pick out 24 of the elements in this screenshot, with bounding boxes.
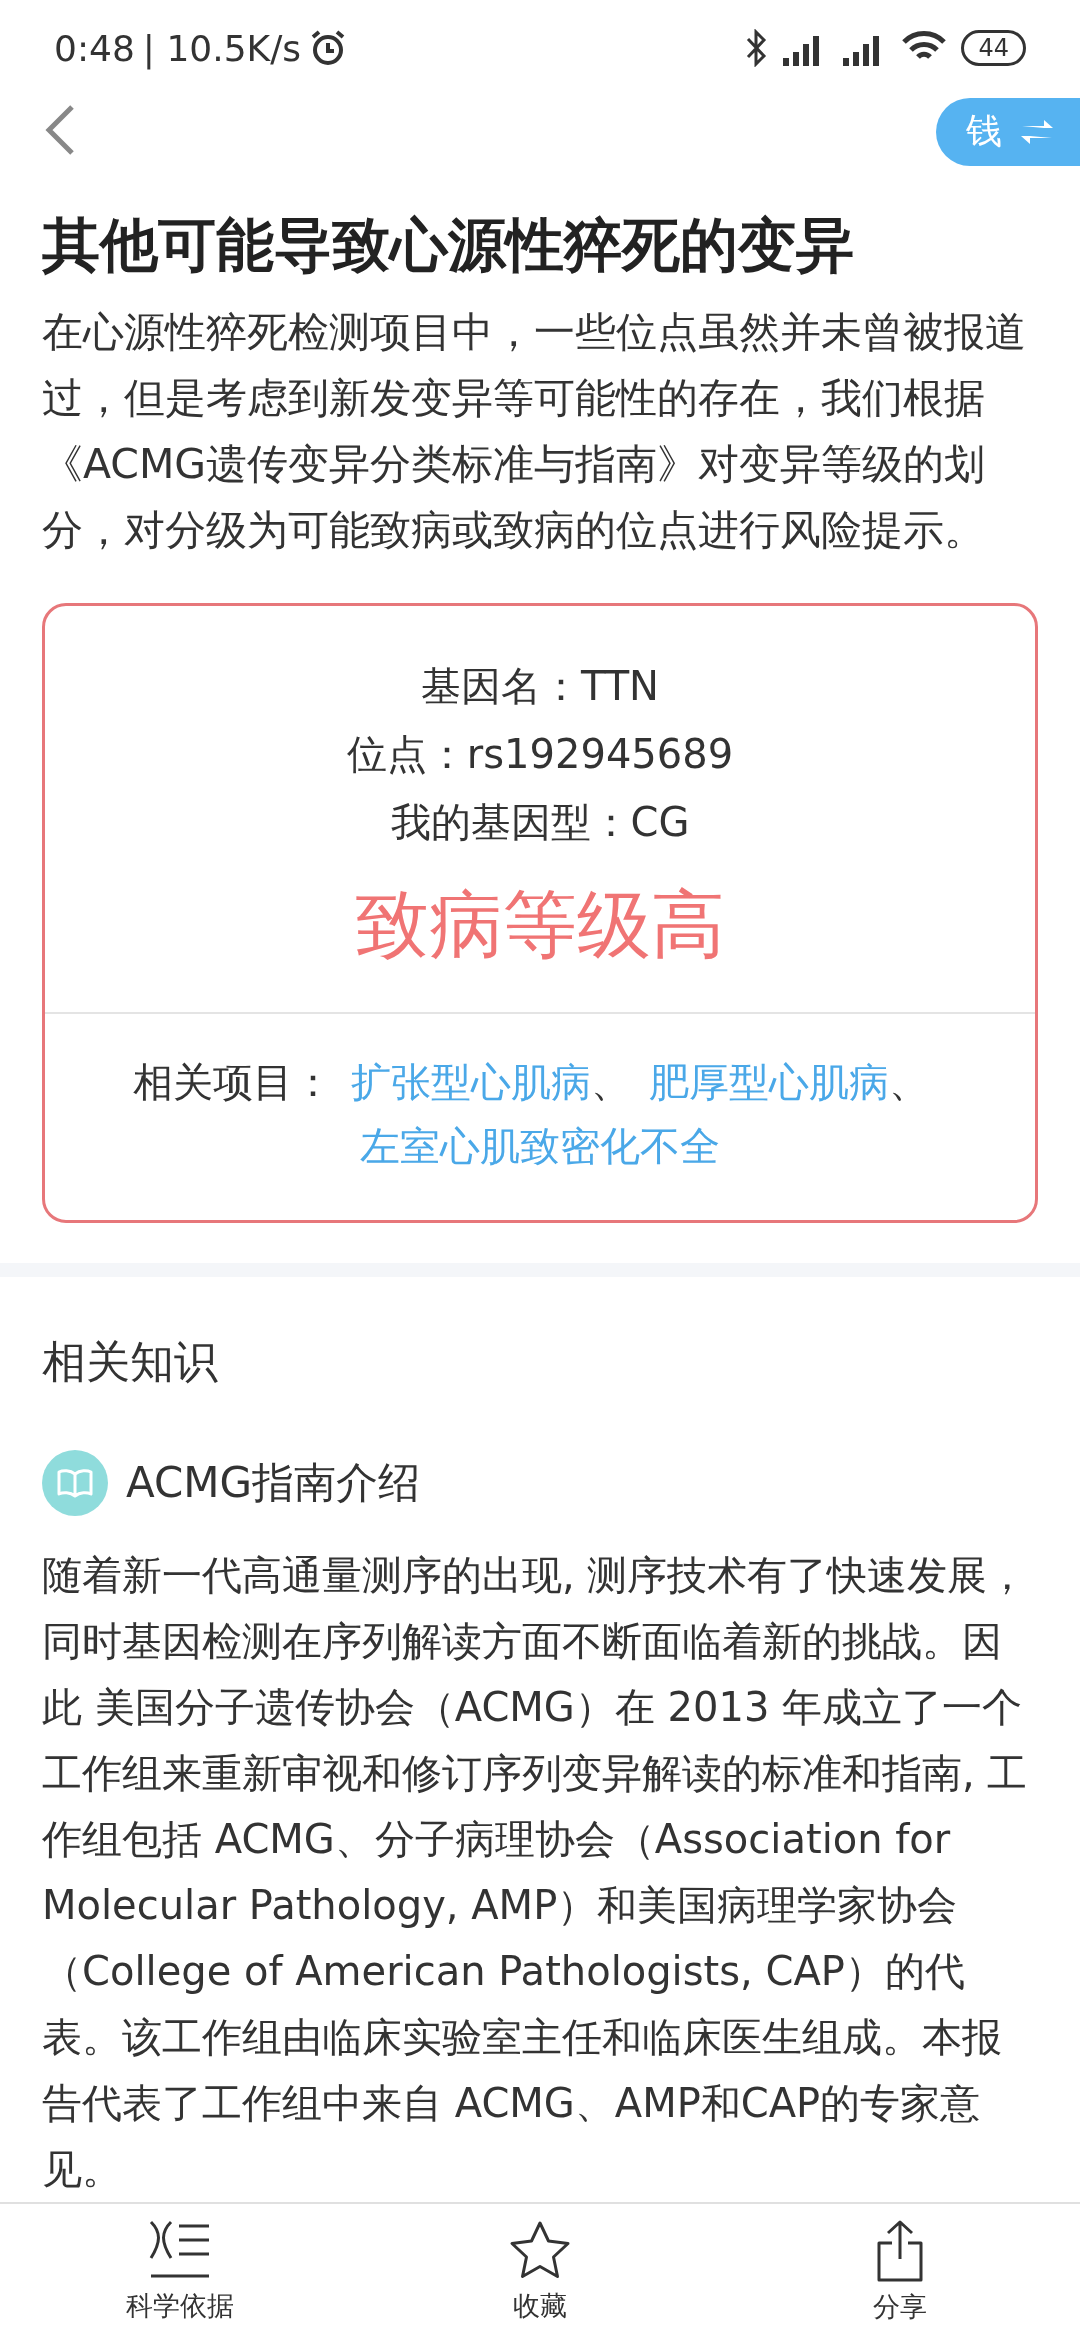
nav-tab[interactable]: 科学依据 <box>80 2204 280 2340</box>
status-time: 0:48 <box>54 27 135 69</box>
bluetooth-icon <box>745 29 768 67</box>
battery-level: 44 <box>961 30 1026 66</box>
back-icon <box>44 104 76 156</box>
variant-info: 基因名：TTN <box>420 662 660 711</box>
book-icon <box>57 1468 93 1498</box>
nav-tab[interactable]: 分享 <box>800 2204 1000 2340</box>
pathogenic-level: 致病等级高 <box>355 880 725 969</box>
coin-button[interactable]: 钱 <box>936 97 1080 166</box>
variant-info: 我的基因型：CG <box>390 798 690 847</box>
section-heading: 相关知识 <box>42 1335 219 1389</box>
article-body: 随着新一代高通量测序的出现, 测序技术有了快速发展，同时基因检测在序列解读方面不断面临着新的挑战。因此 美国分子遗传协会（ACMG）在 2013 年成立了一个工作组来重新审视和修订序列变异解读的标准和指南, 工作组包括 ACMG、分子病理协会（Association for Molecular Pathology, AMP）和美国病理学家协会（College of American Pathologists, CAP）的代表。该工作组由临床实验室主任和临床医生组成。本报告代表了工作组中来自 ACMG、AMP和CAP的专家意见。 <box>42 1551 1029 2194</box>
variant-info: 位点：rs192945689 <box>346 730 734 779</box>
project-link[interactable]: 扩张型心肌病 <box>351 1059 591 1105</box>
article-title: ACMG指南介绍 <box>126 1457 421 1509</box>
network-speed: | 10.5K/s <box>142 27 302 69</box>
related-projects: 相关项目： 扩张型心肌病、 肥厚型心肌病、 左室心肌致密化不全 <box>132 1058 930 1171</box>
project-link[interactable]: 左室心肌致密化不全 <box>360 1123 720 1169</box>
share-icon <box>876 2219 924 2283</box>
page-title: 其他可能导致心源性猝死的变异 <box>42 210 855 281</box>
project-link[interactable]: 肥厚型心肌病 <box>649 1059 889 1105</box>
nav-tab[interactable]: 收藏 <box>440 2204 640 2340</box>
intro-text: 在心源性猝死检测项目中，一些位点虽然并未曾被报道过，但是考虑到新发变异等可能性的存在，我们根据《ACMG遗传变异分类标准与指南》对变异等级的划分，对分级为可能致病或致病的位点进行风险提示。 <box>42 307 1027 556</box>
